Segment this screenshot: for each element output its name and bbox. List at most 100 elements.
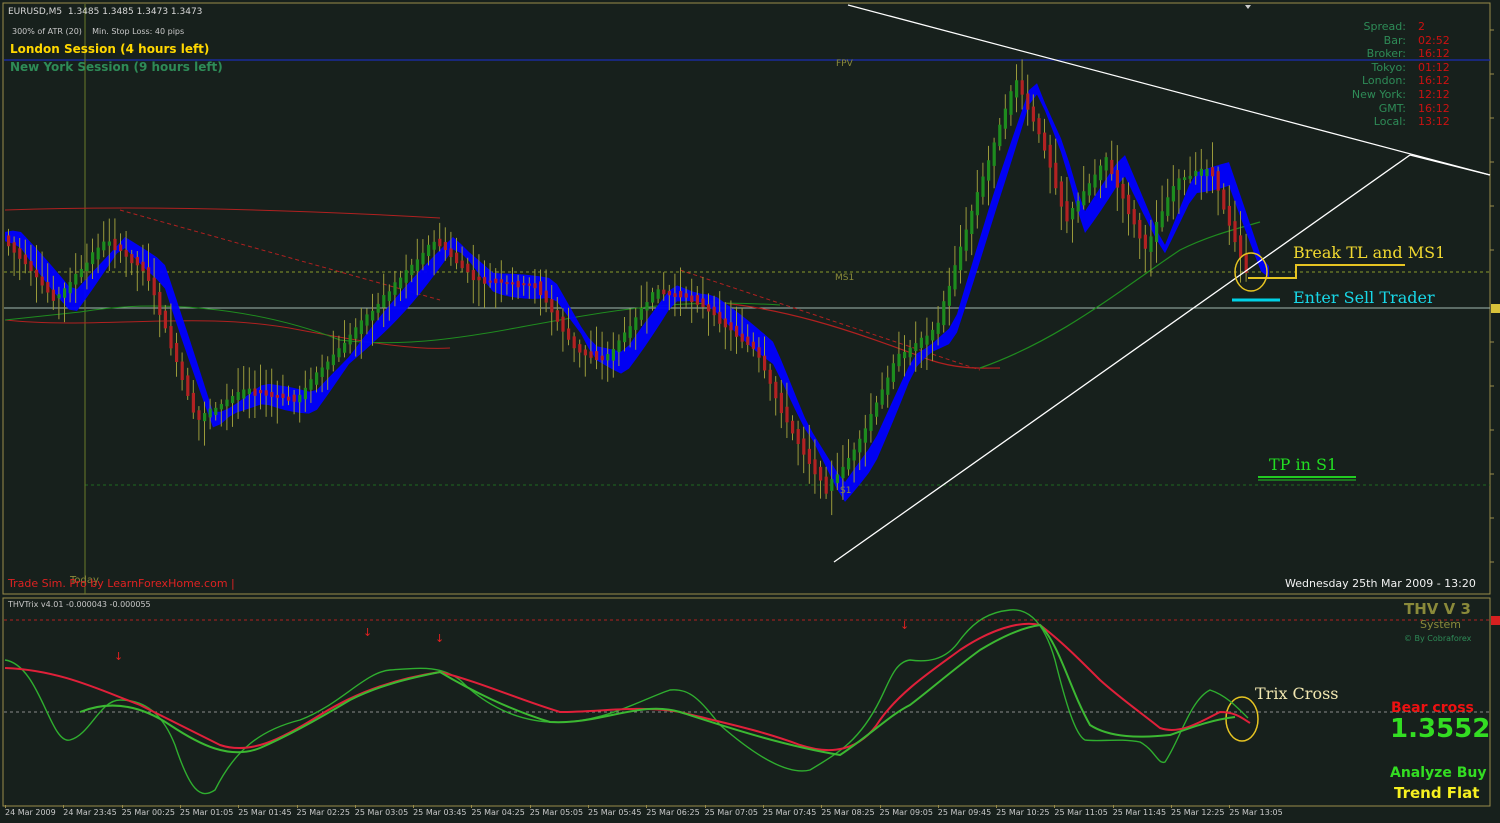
bear-candle <box>35 269 39 278</box>
time-info-panel: Spread: 2 Bar: 02:52 Broker: 16:12 Tokyo: 01:12… <box>1340 20 1460 130</box>
bull-candle <box>617 340 621 353</box>
info-key: New York: <box>1351 88 1406 101</box>
time-tick <box>121 805 123 808</box>
time-tick <box>1229 805 1231 808</box>
bear-candle <box>567 328 571 340</box>
symbol-label: EURUSD,M5 <box>8 7 63 17</box>
bear-candle <box>813 459 817 475</box>
bear-candle <box>466 263 470 273</box>
bull-candle <box>835 474 839 484</box>
bear-candle <box>522 283 526 286</box>
bear-candle <box>690 295 694 302</box>
bear-candle <box>483 276 487 284</box>
bull-candle <box>427 244 431 257</box>
time-tick <box>704 805 706 808</box>
bear-candle <box>539 281 543 296</box>
time-tick-label: 25 Mar 06:25 <box>646 808 700 817</box>
time-tick-label: 24 Mar 23:45 <box>63 808 117 817</box>
bear-candle <box>589 351 593 358</box>
bull-candle <box>315 372 319 385</box>
info-value: 01:12 <box>1418 60 1450 74</box>
bull-candle <box>1205 168 1209 177</box>
bull-candle <box>970 210 974 234</box>
bear-candle <box>130 254 134 264</box>
bear-candle <box>1059 181 1063 207</box>
bear-candle <box>494 278 498 284</box>
time-tick <box>471 805 473 808</box>
fpv-label: FPV <box>836 59 853 69</box>
bull-candle <box>981 176 985 197</box>
bear-candle <box>275 394 279 398</box>
bull-candle <box>623 332 627 343</box>
bear-candle <box>723 318 727 328</box>
bull-candle <box>1087 183 1091 196</box>
bull-candle <box>225 399 229 407</box>
bull-candle <box>1155 221 1159 242</box>
time-tick <box>1171 805 1172 808</box>
time-tick <box>179 805 181 808</box>
bear-candle <box>1121 183 1125 199</box>
bear-candle <box>1211 167 1215 177</box>
bear-candle <box>1216 171 1220 191</box>
time-tick-label: 25 Mar 02:25 <box>296 808 350 817</box>
time-tick <box>354 805 356 808</box>
bear-candle <box>7 235 11 247</box>
time-tick <box>1112 805 1114 808</box>
time-tick <box>529 805 531 808</box>
bear-candle <box>46 282 50 293</box>
bull-candle <box>309 379 313 390</box>
bear-candle <box>197 410 201 420</box>
thv-system: System <box>1420 618 1462 631</box>
bull-candle <box>852 449 856 461</box>
bear-candle <box>707 304 711 312</box>
bear-candle <box>270 392 274 397</box>
bull-candle <box>858 438 862 453</box>
bull-candle <box>1199 168 1203 176</box>
info-row: Spread: 2 <box>1340 20 1460 33</box>
info-value: 16:12 <box>1418 47 1450 61</box>
bull-candle <box>79 268 83 278</box>
bear-candle <box>1222 189 1226 210</box>
bear-candle <box>175 343 179 363</box>
bear-candle <box>791 420 795 434</box>
ms1-label: MS1 <box>835 273 855 283</box>
time-tick <box>238 805 240 808</box>
bear-candle <box>443 241 447 251</box>
info-value: 16:12 <box>1418 74 1450 88</box>
bear-candle <box>1110 159 1114 175</box>
bull-candle <box>942 301 946 326</box>
time-tick-label: 25 Mar 13:05 <box>1229 808 1283 817</box>
time-tick-label: 25 Mar 12:25 <box>1171 808 1225 817</box>
time-tick-label: 25 Mar 01:05 <box>179 808 234 817</box>
bull-candle <box>107 241 111 246</box>
bull-candle <box>1177 178 1181 190</box>
thv-by: © By Cobraforex <box>1404 634 1472 643</box>
bull-candle <box>847 457 851 470</box>
break-annotation: Break TL and MS1 <box>1293 243 1446 262</box>
bull-candle <box>1166 197 1170 216</box>
bear-candle <box>679 290 683 298</box>
bear-candle <box>259 390 263 394</box>
bull-candle <box>903 351 907 359</box>
info-row: Bar: 02:52 <box>1340 34 1460 47</box>
bear-candle <box>1043 132 1047 151</box>
info-row: Local: 13:12 <box>1340 115 1460 128</box>
bear-candle <box>746 336 750 345</box>
bear-candle <box>1239 235 1243 258</box>
bull-candle <box>645 302 649 311</box>
bull-candle <box>348 334 352 345</box>
bear-candle <box>550 299 554 313</box>
bear-candle <box>729 322 733 331</box>
ohlc-values: 1.3485 1.3485 1.3473 1.3473 <box>67 7 203 17</box>
bull-candle <box>886 377 890 395</box>
bear-candle <box>152 277 156 296</box>
bear-candle <box>51 289 55 301</box>
bear-candle <box>292 394 296 402</box>
info-value: 12:12 <box>1418 88 1450 101</box>
bear-candle <box>544 290 548 303</box>
bull-candle <box>1093 174 1097 188</box>
time-tick-label: 25 Mar 08:25 <box>821 808 875 817</box>
bull-candle <box>415 259 419 271</box>
stop-loss-text: Min. Stop Loss: 40 pips <box>92 27 185 36</box>
time-tick <box>413 805 415 808</box>
